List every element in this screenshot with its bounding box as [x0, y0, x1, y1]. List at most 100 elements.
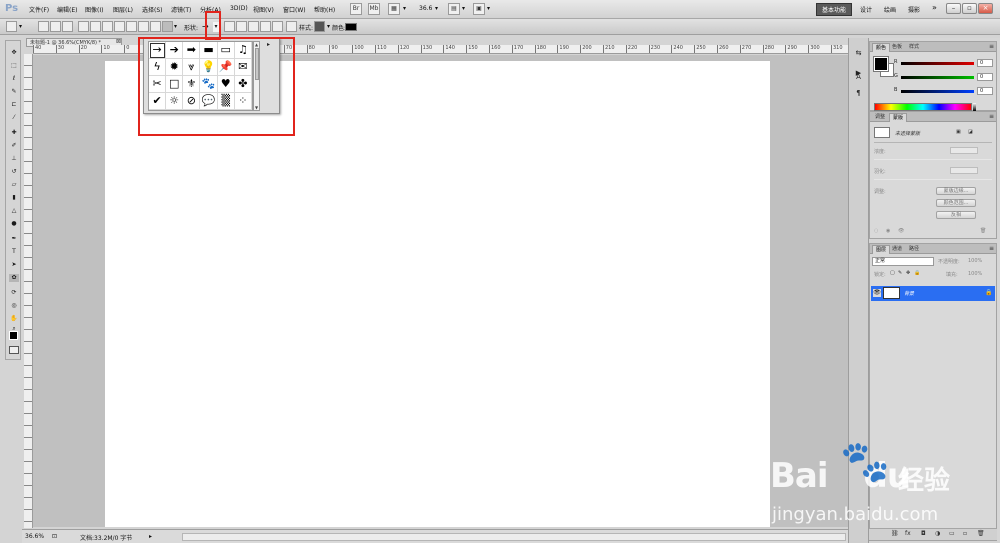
new-layer-mode-icon[interactable] — [224, 21, 235, 32]
density-slider[interactable] — [874, 159, 992, 160]
workspace-essentials[interactable]: 基本功能 — [816, 3, 852, 16]
ellipse-tool-icon[interactable] — [126, 21, 137, 32]
tool-preset-dropdown-icon[interactable]: ▾ — [19, 23, 22, 30]
menu-edit[interactable]: 编辑(E) — [57, 5, 77, 14]
tab-paths[interactable]: 路径 — [906, 245, 922, 254]
tab-styles[interactable]: 样式 — [906, 43, 922, 52]
channel-g-value[interactable]: 0 — [977, 73, 993, 81]
tool-preset-icon[interactable] — [6, 21, 17, 32]
type-tool-icon[interactable]: T — [9, 248, 19, 256]
menu-filter[interactable]: 滤镜(T) — [171, 5, 191, 14]
history-brush-icon[interactable]: ↺ — [9, 168, 19, 176]
zoom-level[interactable]: 36.6 — [419, 5, 432, 12]
lock-pixels-icon[interactable]: ✎ — [898, 270, 902, 276]
link-layers-icon[interactable]: ⛓ — [891, 530, 899, 537]
restore-icon[interactable]: ▫ — [962, 3, 977, 14]
status-arrow-icon[interactable]: ▸ — [149, 533, 152, 540]
channel-r-value[interactable]: 0 — [977, 59, 993, 67]
eyedropper-icon[interactable]: ⁄ — [9, 114, 19, 122]
blend-mode-select[interactable]: 正常 — [872, 257, 934, 266]
history-icon[interactable]: ⇆ — [853, 48, 864, 59]
status-zoom[interactable]: 36.6% — [25, 533, 44, 540]
healing-brush-icon[interactable]: ✚ — [9, 129, 19, 137]
spectrum-bw-bar[interactable] — [973, 103, 976, 111]
color-swatch[interactable] — [345, 23, 357, 31]
tab-color[interactable]: 颜色 — [872, 43, 891, 52]
apply-mask-icon[interactable]: ◉ — [886, 228, 890, 234]
path-select-icon[interactable]: ➤ — [9, 261, 19, 269]
hand-tool-icon[interactable]: ✋ — [9, 315, 19, 323]
channel-b-value[interactable]: 0 — [977, 87, 993, 95]
link-icon[interactable] — [286, 21, 297, 32]
tab-swatches[interactable]: 色板 — [889, 43, 905, 52]
invert-button[interactable]: 反相 — [936, 211, 976, 219]
lock-position-icon[interactable]: ✥ — [906, 270, 910, 276]
bridge-icon[interactable]: Br — [350, 3, 362, 15]
masks-panel-menu-icon[interactable]: ≡ — [989, 113, 994, 120]
mask-edge-button[interactable]: 蒙版边缘... — [936, 187, 976, 195]
menu-3d[interactable]: 3D(D) — [230, 5, 248, 12]
channel-b-slider[interactable] — [901, 90, 974, 93]
pen-tool-icon[interactable] — [78, 21, 89, 32]
close-icon[interactable]: × — [978, 3, 993, 14]
menu-view[interactable]: 视图(V) — [253, 5, 274, 14]
new-group-icon[interactable]: ▭ — [949, 530, 955, 537]
feather-slider[interactable] — [874, 179, 992, 180]
layer-style-icon[interactable]: fx — [905, 530, 911, 537]
rounded-rect-tool-icon[interactable] — [114, 21, 125, 32]
arrange-docs-icon[interactable]: ▤ — [448, 3, 460, 15]
add-mask-icon[interactable]: ◘ — [921, 530, 926, 537]
quick-mask-icon[interactable] — [9, 346, 19, 354]
quick-select-icon[interactable]: ✎ — [9, 88, 19, 96]
character-panel-icon[interactable]: A — [853, 72, 864, 83]
delete-layer-icon[interactable]: 🗑 — [977, 530, 985, 537]
visibility-eye-icon[interactable]: 👁 — [873, 289, 881, 297]
lock-all-icon[interactable]: 🔒 — [914, 270, 920, 276]
style-swatch[interactable] — [314, 21, 325, 32]
tab-layers[interactable]: 图层 — [872, 245, 891, 254]
color-range-button[interactable]: 颜色范围... — [936, 199, 976, 207]
menu-image[interactable]: 图像(I) — [85, 5, 103, 14]
layer-name[interactable]: 背景 — [904, 290, 914, 297]
paths-mode-icon[interactable] — [50, 21, 61, 32]
minibridge-icon[interactable]: Mb — [368, 3, 380, 15]
clone-stamp-icon[interactable]: ⊥ — [9, 155, 19, 163]
custom-shape-icon[interactable]: ✿ — [9, 274, 19, 282]
freeform-pen-icon[interactable] — [90, 21, 101, 32]
color-panel-menu-icon[interactable]: ≡ — [989, 43, 994, 50]
color-spectrum[interactable] — [874, 103, 972, 111]
horizontal-scrollbar[interactable] — [182, 533, 846, 541]
new-layer-icon[interactable]: ▫ — [963, 530, 967, 537]
tab-channels[interactable]: 通道 — [889, 245, 905, 254]
crop-tool-icon[interactable]: ⊏ — [9, 101, 19, 109]
layer-row-background[interactable]: 👁 背景 🔒 — [871, 286, 995, 301]
shape-layers-icon[interactable] — [38, 21, 49, 32]
screen-mode-icon[interactable]: ▣ — [473, 3, 485, 15]
gradient-tool-icon[interactable]: ▮ — [9, 194, 19, 202]
density-input[interactable] — [950, 147, 978, 154]
move-tool-icon[interactable]: ✥ — [9, 49, 19, 57]
foreground-color-swatch[interactable] — [873, 56, 889, 72]
3d-rotate-icon[interactable]: ⟳ — [9, 289, 19, 297]
arrange-dropdown-icon[interactable]: ▾ — [462, 5, 465, 12]
tab-adjustments[interactable]: 调整 — [872, 113, 888, 122]
menu-help[interactable]: 帮助(H) — [314, 5, 335, 14]
opacity-value[interactable]: 100% — [968, 258, 982, 264]
workspace-design[interactable]: 设计 — [860, 5, 872, 14]
lock-transparency-icon[interactable]: ▢ — [890, 270, 895, 276]
channel-r-slider[interactable] — [901, 62, 974, 65]
3d-orbit-icon[interactable]: ◎ — [9, 302, 19, 310]
status-icon[interactable]: ⊡ — [52, 533, 57, 540]
workspace-more-icon[interactable]: » — [932, 3, 937, 12]
brush-tool-icon[interactable]: ✐ — [9, 142, 19, 150]
zoom-dropdown-icon[interactable]: ▾ — [435, 5, 438, 12]
polygon-tool-icon[interactable] — [138, 21, 149, 32]
disable-mask-icon[interactable]: 👁 — [898, 228, 904, 234]
layers-panel-menu-icon[interactable]: ≡ — [989, 245, 994, 252]
paragraph-icon[interactable]: ¶ — [853, 88, 864, 99]
blur-tool-icon[interactable]: △ — [9, 207, 19, 215]
exclude-mode-icon[interactable] — [272, 21, 283, 32]
adjustment-layer-icon[interactable]: ◑ — [935, 530, 940, 537]
foreground-color[interactable] — [9, 331, 18, 340]
rectangle-tool-icon[interactable] — [102, 21, 113, 32]
